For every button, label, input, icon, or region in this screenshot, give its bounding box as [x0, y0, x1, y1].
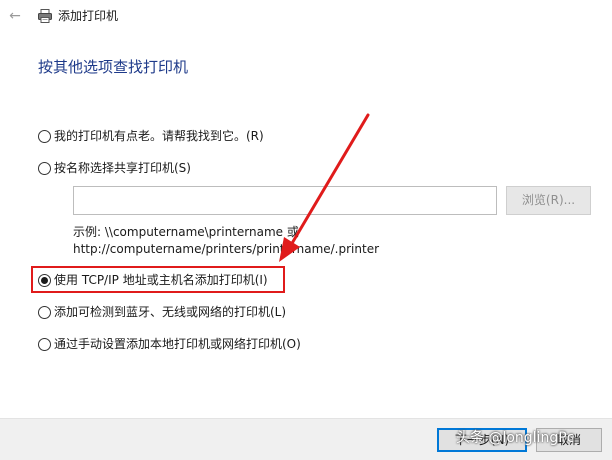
next-button[interactable]: 下一步(N) [437, 428, 527, 452]
title-bar: ← 添加打印机 [0, 0, 612, 32]
option-bluetooth-wireless-printer[interactable]: 添加可检测到蓝牙、无线或网络的打印机(L) [38, 303, 286, 321]
printer-icon [38, 9, 52, 23]
radio-button[interactable] [38, 161, 51, 175]
example-line-1: 示例: \\computername\printername 或 [73, 225, 299, 239]
radio-button[interactable] [38, 305, 51, 319]
example-line-2: http://computername/printers/printername… [73, 242, 380, 256]
browse-button[interactable]: 浏览(R)... [506, 186, 591, 215]
option-shared-printer[interactable]: 按名称选择共享打印机(S) [38, 159, 191, 177]
option-label: 添加可检测到蓝牙、无线或网络的打印机(L) [54, 305, 287, 319]
page-heading: 按其他选项查找打印机 [38, 58, 189, 76]
option-label: 我的打印机有点老。请帮我找到它。(R) [54, 129, 264, 143]
share-name-input[interactable] [73, 186, 497, 215]
back-arrow-icon[interactable]: ← [6, 7, 24, 25]
option-label: 使用 TCP/IP 地址或主机名添加打印机(I) [54, 273, 268, 287]
radio-button[interactable] [38, 129, 51, 143]
option-manual-printer[interactable]: 通过手动设置添加本地打印机或网络打印机(O) [38, 335, 301, 353]
radio-button-selected[interactable] [38, 273, 51, 287]
option-label: 通过手动设置添加本地打印机或网络打印机(O) [54, 337, 301, 351]
cancel-button[interactable]: 取消 [536, 428, 602, 452]
window-title: 添加打印机 [58, 9, 119, 23]
example-text: 示例: \\computername\printername 或 http://… [73, 224, 379, 258]
option-tcpip-printer[interactable]: 使用 TCP/IP 地址或主机名添加打印机(I) [38, 271, 268, 289]
option-label: 按名称选择共享打印机(S) [54, 161, 191, 175]
option-old-printer[interactable]: 我的打印机有点老。请帮我找到它。(R) [38, 127, 264, 145]
radio-button[interactable] [38, 337, 51, 351]
